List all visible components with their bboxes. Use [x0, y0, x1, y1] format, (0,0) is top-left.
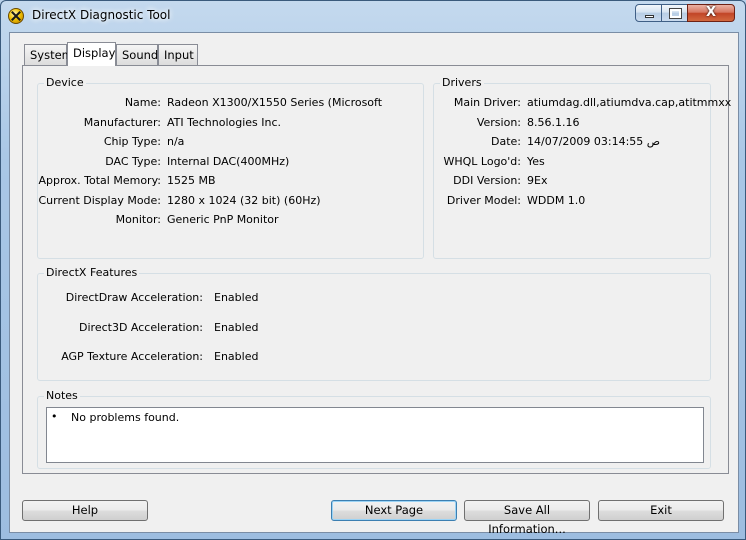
directdraw-value: Enabled — [214, 291, 259, 304]
device-group-title: Device — [44, 76, 86, 89]
directx-features-group: DirectX Features DirectDraw Acceleration… — [37, 266, 711, 381]
dac-type-label: DAC Type: — [105, 155, 161, 168]
drivers-group: Drivers Main Driver: atiumdag.dll,atiumd… — [433, 76, 731, 259]
name-value: Radeon X1300/X1550 Series (Microsoft — [167, 96, 383, 109]
display-mode-value: 1280 x 1024 (32 bit) (60Hz) — [167, 194, 321, 207]
agp-value: Enabled — [214, 350, 259, 363]
manufacturer-label: Manufacturer: — [83, 116, 161, 129]
agp-label: AGP Texture Acceleration: — [61, 350, 203, 363]
tab-input[interactable]: Input — [158, 44, 198, 65]
title-bar[interactable]: DirectX Diagnostic Tool X — [1, 1, 745, 31]
main-driver-label: Main Driver: — [453, 96, 521, 109]
dac-type-value: Internal DAC(400MHz) — [167, 155, 290, 168]
note-item: No problems found. — [71, 411, 180, 424]
window-title: DirectX Diagnostic Tool — [32, 8, 171, 22]
version-label: Version: — [476, 116, 521, 129]
ddi-version-value: 9Ex — [527, 174, 548, 187]
directx-icon — [8, 8, 24, 24]
client-area: System Display Sound Input Device Name: … — [9, 32, 739, 536]
monitor-label: Monitor: — [115, 213, 161, 226]
next-page-button[interactable]: Next Page — [331, 500, 457, 521]
memory-label: Approx. Total Memory: — [38, 174, 162, 187]
drivers-group-title: Drivers — [440, 76, 484, 89]
display-tab-panel: Device Name: Radeon X1300/X1550 Series (… — [22, 65, 731, 474]
tab-system[interactable]: System — [24, 44, 73, 65]
date-value: 14/07/2009 03:14:55 ص — [527, 135, 661, 148]
notes-group-title: Notes — [44, 389, 80, 402]
monitor-value: Generic PnP Monitor — [167, 213, 279, 226]
date-label: Date: — [491, 135, 521, 148]
notes-group: Notes • No problems found. — [37, 389, 711, 469]
device-group: Device Name: Radeon X1300/X1550 Series (… — [37, 76, 424, 259]
notes-textbox[interactable]: • No problems found. — [46, 407, 704, 463]
name-label: Name: — [124, 96, 161, 109]
chip-type-value: n/a — [167, 135, 185, 148]
driver-model-label: Driver Model: — [446, 194, 521, 207]
exit-button[interactable]: Exit — [598, 500, 724, 521]
display-mode-label: Current Display Mode: — [38, 194, 161, 207]
save-all-information-button[interactable]: Save All Information... — [464, 500, 590, 536]
features-group-title: DirectX Features — [44, 266, 140, 279]
maximize-button[interactable] — [661, 4, 688, 22]
close-button[interactable]: X — [687, 4, 735, 22]
close-icon: X — [705, 5, 717, 20]
tab-sound[interactable]: Sound — [116, 44, 158, 65]
main-driver-value: atiumdag.dll,atiumdva.cap,atitmmxx — [527, 96, 732, 109]
chip-type-label: Chip Type: — [103, 135, 161, 148]
driver-model-value: WDDM 1.0 — [527, 194, 586, 207]
help-button[interactable]: Help — [22, 500, 148, 521]
directdraw-label: DirectDraw Acceleration: — [65, 291, 203, 304]
bullet-icon: • — [51, 410, 58, 423]
whql-label: WHQL Logo'd: — [443, 155, 521, 168]
maximize-icon — [669, 8, 682, 19]
tab-display[interactable]: Display — [67, 42, 116, 66]
direct3d-label: Direct3D Acceleration: — [79, 321, 203, 334]
direct3d-value: Enabled — [214, 321, 259, 334]
dxdiag-window: DirectX Diagnostic Tool X System Display… — [0, 0, 746, 540]
memory-value: 1525 MB — [167, 174, 216, 187]
ddi-version-label: DDI Version: — [453, 174, 521, 187]
minimize-icon — [645, 15, 654, 18]
manufacturer-value: ATI Technologies Inc. — [167, 116, 282, 129]
version-value: 8.56.1.16 — [527, 116, 580, 129]
minimize-button[interactable] — [635, 4, 662, 22]
whql-value: Yes — [527, 155, 545, 168]
